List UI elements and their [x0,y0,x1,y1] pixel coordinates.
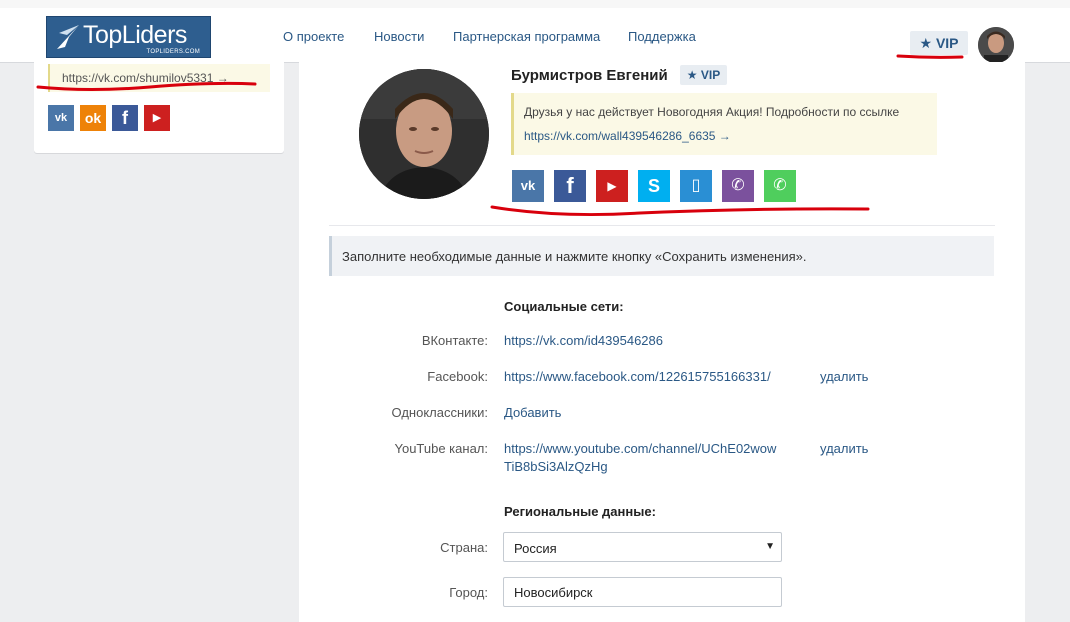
vk-link[interactable]: https://vk.com/id439546286 [504,333,663,348]
profile-name: Бурмистров Евгений [511,67,668,84]
facebook-link[interactable]: https://www.facebook.com/122615755166331… [504,369,771,384]
whatsapp-icon[interactable]: ✆ [764,170,796,202]
odnoklassniki-add[interactable]: Добавить [504,405,561,420]
user-avatar[interactable] [978,27,1014,63]
nav-news[interactable]: Новости [374,29,424,44]
profile-card: Бурмистров Евгений ★ VIP Друзья у нас де… [299,62,1025,622]
profile-photo-image [359,69,489,199]
vip-label: VIP [935,35,959,51]
odnoklassniki-icon[interactable]: ok [80,105,106,131]
dropdown-arrow-icon: ▼ [765,541,775,552]
logo-text: TopLiders [83,21,187,49]
vk-icon[interactable]: vk [48,105,74,131]
status-text: Друзья у нас действует Новогодняя Акция!… [524,105,900,119]
logo-arrow-icon [57,25,79,49]
browser-top-strip [0,0,1070,8]
star-icon: ★ [919,35,933,51]
nav-about[interactable]: О проекте [283,29,344,44]
social-section-title: Социальные сети: [504,299,624,314]
profile-photo [359,69,489,199]
youtube-link-line2[interactable]: TiB8bSi3AlzQzHg [504,459,608,474]
skype-icon[interactable]: S [638,170,670,202]
country-label: Страна: [440,540,488,555]
profile-vip-badge: ★ VIP [680,65,727,85]
regional-section-title: Региональные данные: [504,504,656,519]
phone-icon[interactable]: ▯ [680,170,712,202]
avatar-photo [978,27,1014,63]
facebook-icon[interactable]: f [554,170,586,202]
vk-label: ВКонтакте: [421,333,488,348]
facebook-delete[interactable]: удалить [820,369,868,384]
country-select[interactable]: Россия ▼ [503,532,782,562]
vip-button[interactable]: ★ VIP [910,31,968,55]
youtube-icon[interactable]: ▶ [596,170,628,202]
youtube-delete[interactable]: удалить [820,441,868,456]
vk-icon[interactable]: vk [512,170,544,202]
divider [329,225,995,226]
info-notice: Заполните необходимые данные и нажмите к… [329,236,994,276]
topliders-logo[interactable]: TopLiders TOPLIDERS.COM [46,16,211,58]
odnoklassniki-label: Одноклассники: [391,405,488,420]
youtube-label: YouTube канал: [394,441,488,456]
nav-support[interactable]: Поддержка [628,29,696,44]
status-link[interactable]: https://vk.com/wall439546286_6635 → [524,129,731,143]
sidebar-link-box: https://vk.com/shumilov5331 → [48,64,270,92]
viber-icon[interactable]: ✆ [722,170,754,202]
nav-partner-program[interactable]: Партнерская программа [453,29,600,44]
site-header: TopLiders TOPLIDERS.COM О проекте Новост… [0,8,1070,63]
country-select-value: Россия [514,541,557,556]
youtube-link-line1[interactable]: https://www.youtube.com/channel/UChE02wo… [504,441,776,456]
sidebar-profile-link[interactable]: https://vk.com/shumilov5331 → [62,71,229,85]
youtube-icon[interactable]: ▶ [144,105,170,131]
vip-badge-label: VIP [700,68,721,82]
star-icon: ★ [686,68,698,82]
facebook-icon[interactable]: f [112,105,138,131]
sidebar-social-icons: vk ok f ▶ [48,105,176,131]
profile-social-icons: vk f ▶ S ▯ ✆ ✆ [512,170,806,202]
city-label: Город: [449,585,488,600]
logo-subtext: TOPLIDERS.COM [146,49,200,55]
city-input[interactable] [503,577,782,607]
status-box: Друзья у нас действует Новогодняя Акция!… [511,93,937,155]
facebook-label: Facebook: [427,369,488,384]
notice-text: Заполните необходимые данные и нажмите к… [342,249,807,264]
sidebar-card: https://vk.com/shumilov5331 → vk ok f ▶ [34,62,284,153]
